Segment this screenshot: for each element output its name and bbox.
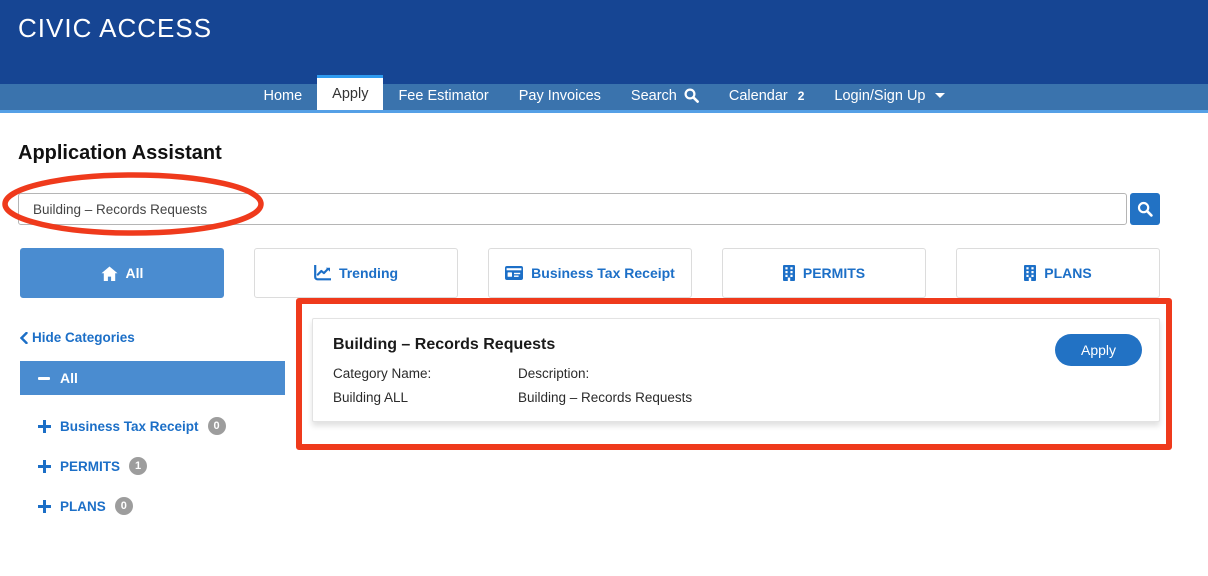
count-badge: 1 xyxy=(129,457,147,475)
tab-business-tax-receipt[interactable]: Business Tax Receipt xyxy=(488,248,692,298)
sidebar-item-label: Business Tax Receipt xyxy=(60,419,199,434)
categories-sidebar: Hide Categories All Business Tax Receipt… xyxy=(20,330,285,515)
search-input[interactable] xyxy=(18,193,1127,225)
tab-label: Business Tax Receipt xyxy=(531,265,675,281)
result-card: Building – Records Requests Category Nam… xyxy=(312,318,1160,422)
nav-label: Home xyxy=(263,88,302,104)
main-nav: Home Apply Fee Estimator Pay Invoices Se… xyxy=(0,84,1208,113)
sidebar-item-all[interactable]: All xyxy=(20,361,285,395)
search-button[interactable] xyxy=(1130,193,1160,225)
page-title: Application Assistant xyxy=(18,142,222,165)
id-card-icon xyxy=(505,266,523,280)
tab-label: PLANS xyxy=(1044,265,1091,281)
nav-item-pay-invoices[interactable]: Pay Invoices xyxy=(504,81,616,110)
nav-label: Calendar xyxy=(729,88,788,104)
app-header: CIVIC ACCESS xyxy=(0,0,1208,84)
nav-label: Login/Sign Up xyxy=(834,88,925,104)
sidebar-item-plans[interactable]: PLANS 0 xyxy=(20,497,285,515)
plus-icon xyxy=(38,460,51,473)
trending-chart-icon xyxy=(314,265,331,281)
category-name-value: Building ALL xyxy=(333,386,518,410)
tab-all[interactable]: All xyxy=(20,248,224,298)
nav-label: Pay Invoices xyxy=(519,88,601,104)
calendar-count-badge: 2 xyxy=(798,89,805,103)
sidebar-item-label: PLANS xyxy=(60,499,106,514)
nav-label: Apply xyxy=(332,86,368,102)
sidebar-item-label: All xyxy=(60,370,78,386)
apply-button[interactable]: Apply xyxy=(1055,334,1142,366)
nav-item-search[interactable]: Search xyxy=(616,81,714,110)
tab-plans[interactable]: PLANS xyxy=(956,248,1160,298)
nav-item-fee-estimator[interactable]: Fee Estimator xyxy=(383,81,503,110)
result-card-title: Building – Records Requests xyxy=(333,336,1139,354)
count-badge: 0 xyxy=(115,497,133,515)
category-name-label: Category Name: xyxy=(333,362,518,386)
nav-item-calendar[interactable]: Calendar 2 xyxy=(714,81,820,110)
civic-access-app: CIVIC ACCESS Home Apply Fee Estimator Pa… xyxy=(0,0,1208,576)
search-icon xyxy=(684,88,699,103)
sidebar-item-permits[interactable]: PERMITS 1 xyxy=(20,457,285,475)
plus-icon xyxy=(38,420,51,433)
chevron-left-icon xyxy=(20,332,28,344)
nav-item-apply[interactable]: Apply xyxy=(317,75,383,110)
nav-label: Search xyxy=(631,88,677,104)
chevron-down-icon xyxy=(935,93,945,98)
category-column: Category Name: Building ALL xyxy=(333,362,518,410)
home-icon xyxy=(101,266,118,281)
result-card-details: Category Name: Building ALL Description:… xyxy=(333,362,1139,410)
plus-icon xyxy=(38,500,51,513)
nav-item-home[interactable]: Home xyxy=(248,81,317,110)
tab-label: Trending xyxy=(339,265,398,281)
nav-item-login-signup[interactable]: Login/Sign Up xyxy=(819,81,959,110)
hide-categories-label: Hide Categories xyxy=(32,330,135,345)
tab-trending[interactable]: Trending xyxy=(254,248,458,298)
search-icon xyxy=(1137,201,1153,217)
tab-permits[interactable]: PERMITS xyxy=(722,248,926,298)
building-icon xyxy=(1024,265,1036,281)
search-bar xyxy=(18,193,1160,225)
category-tabs: All Trending Business Tax Receipt PERMIT… xyxy=(20,248,1160,298)
nav-label: Fee Estimator xyxy=(398,88,488,104)
count-badge: 0 xyxy=(208,417,226,435)
hide-categories-link[interactable]: Hide Categories xyxy=(20,330,285,345)
sidebar-item-label: PERMITS xyxy=(60,459,120,474)
brand-logo[interactable]: CIVIC ACCESS xyxy=(18,13,212,44)
building-icon xyxy=(783,265,795,281)
sidebar-item-business-tax-receipt[interactable]: Business Tax Receipt 0 xyxy=(20,417,285,435)
description-value: Building – Records Requests xyxy=(518,386,703,410)
tab-label: PERMITS xyxy=(803,265,865,281)
description-label: Description: xyxy=(518,362,703,386)
description-column: Description: Building – Records Requests xyxy=(518,362,703,410)
minus-icon xyxy=(38,377,50,380)
tab-label: All xyxy=(126,265,144,281)
